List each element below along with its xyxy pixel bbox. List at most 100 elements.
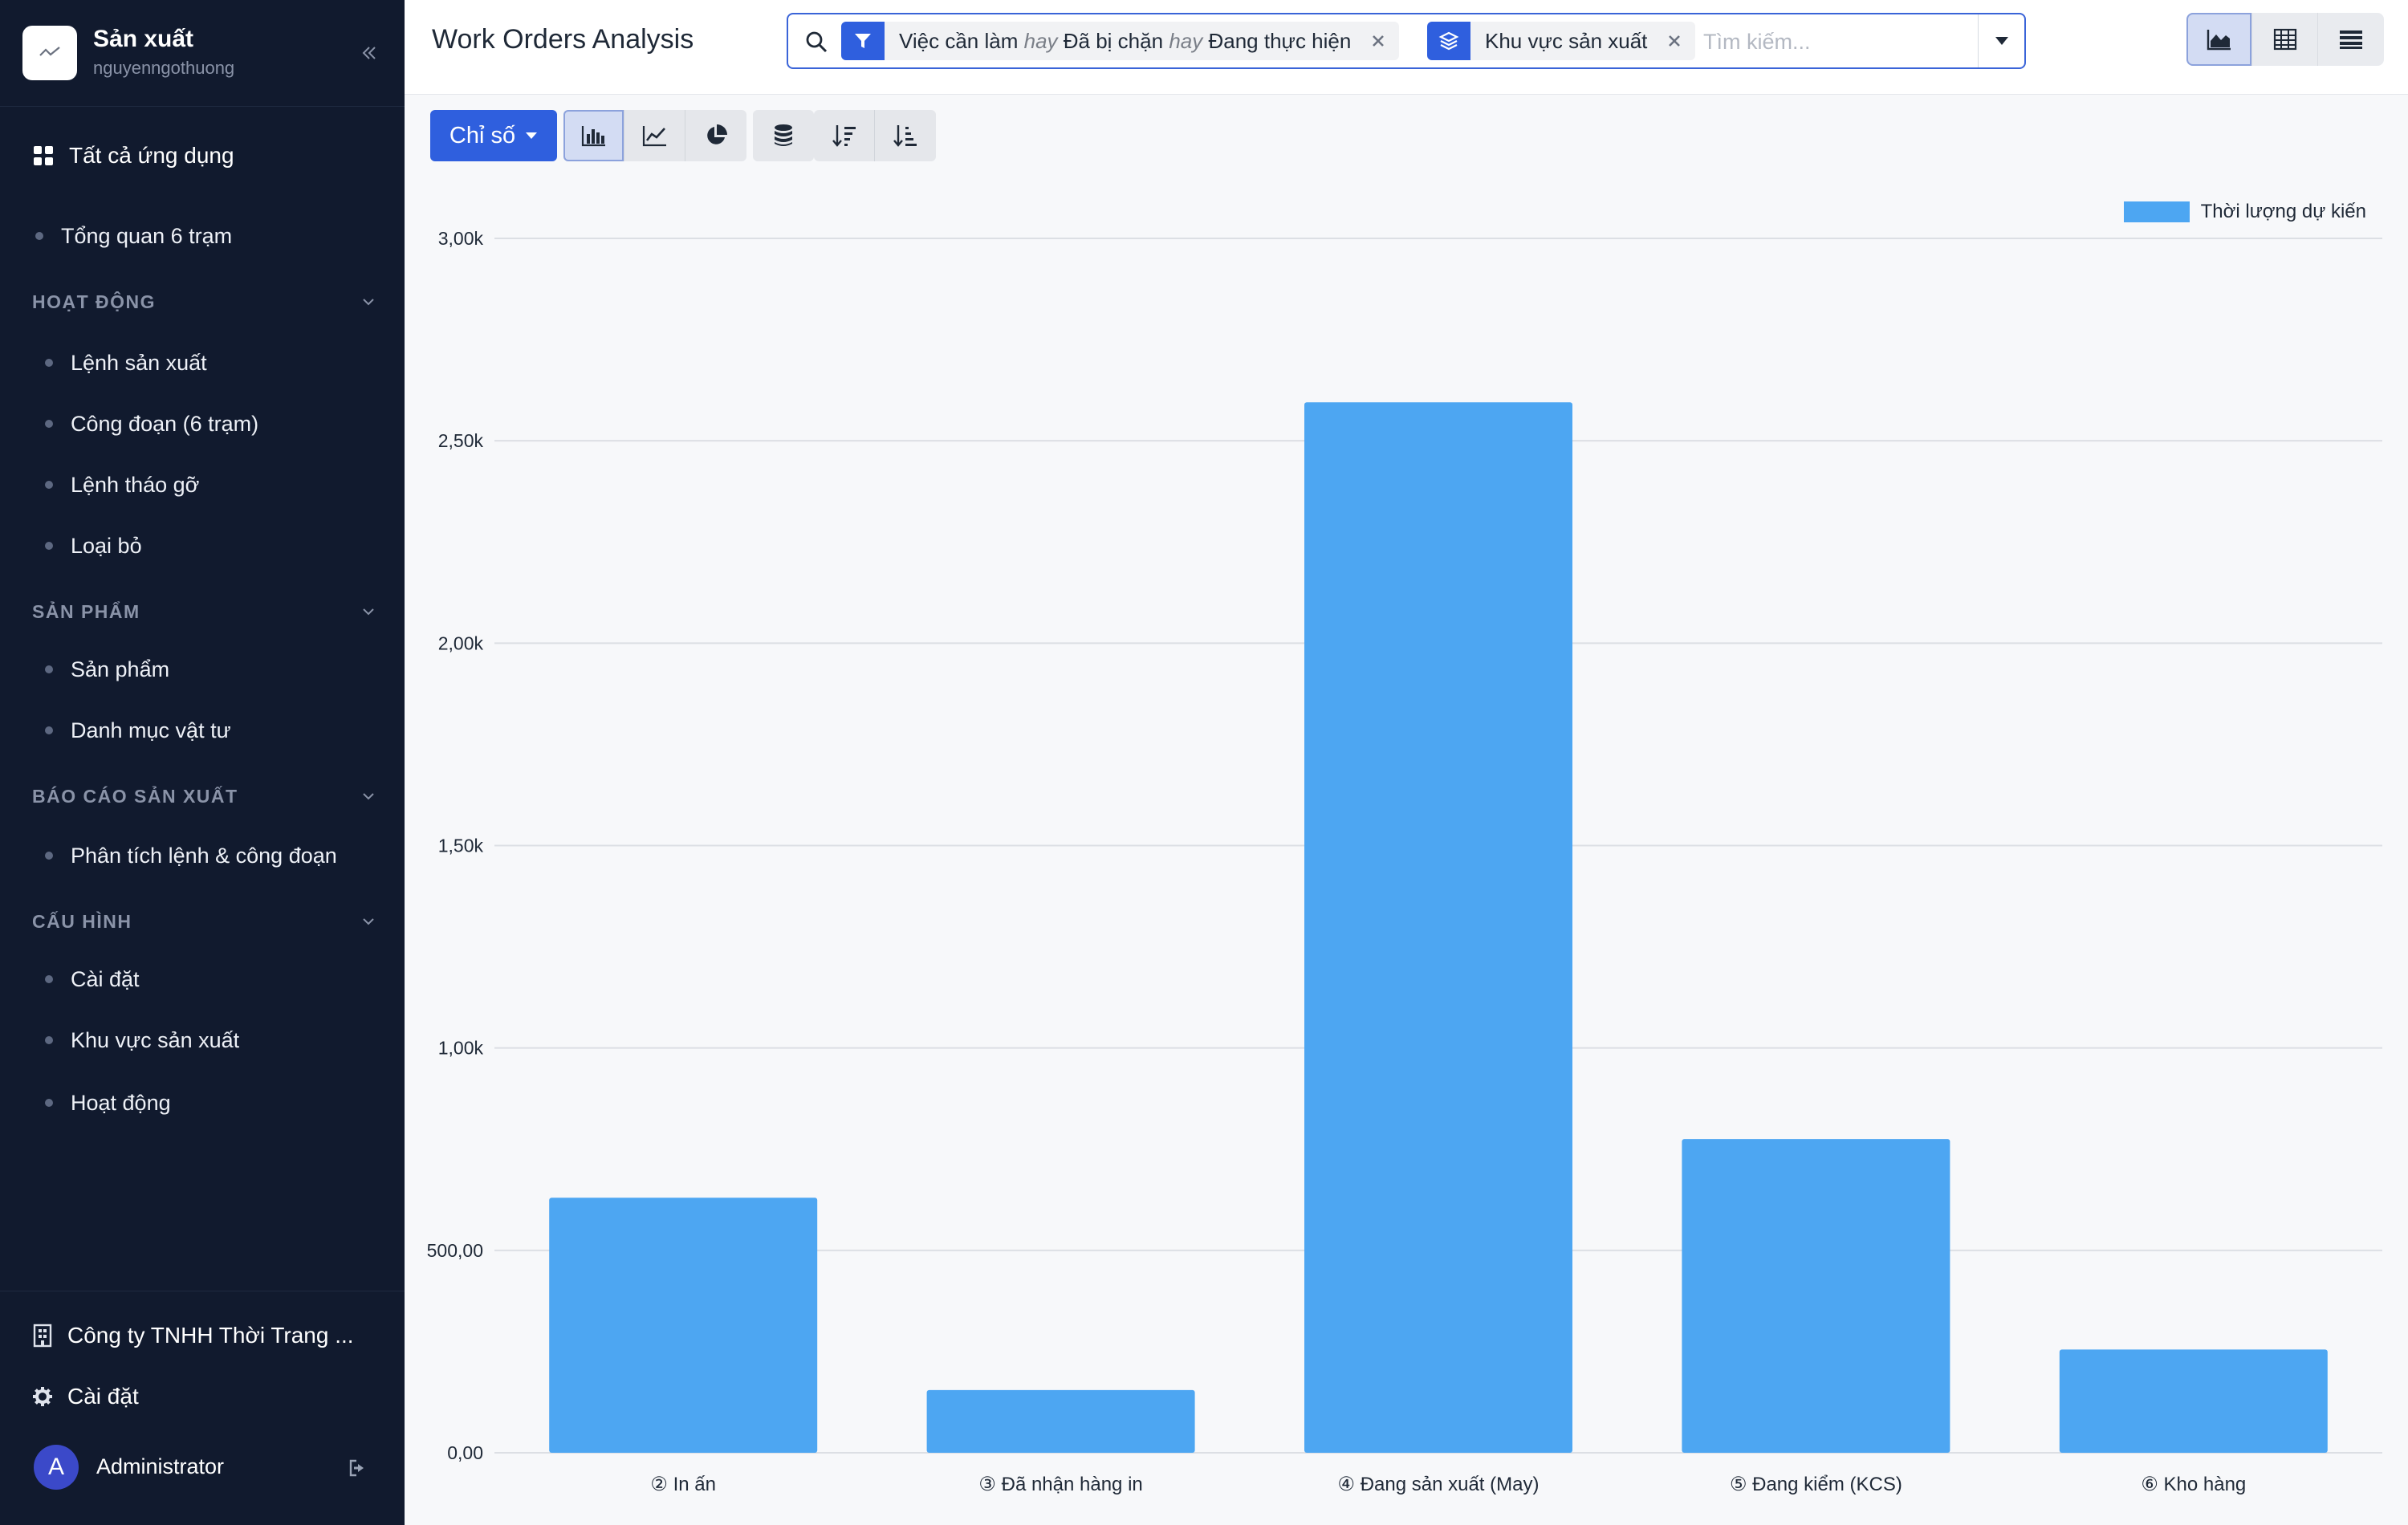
area-chart-icon <box>2207 30 2231 51</box>
page-title: Work Orders Analysis <box>432 24 694 55</box>
stacked-button[interactable] <box>753 110 814 161</box>
list-view-button[interactable] <box>2318 13 2384 66</box>
bullet <box>45 542 53 550</box>
sidebar-item-activities[interactable]: Hoạt động <box>45 1085 171 1120</box>
sidebar-item-settings[interactable]: Cài đặt <box>45 962 140 997</box>
list-icon <box>2340 31 2362 49</box>
user-menu[interactable]: A Administrator <box>34 1445 371 1493</box>
sidebar-item-work-centers[interactable]: Khu vực sản xuất <box>45 1023 239 1058</box>
company-name: Công ty TNHH Thời Trang ... <box>67 1323 354 1348</box>
graph-view: Thời lượng dự kiến 0,00 500,00 1,00k 1,50k 2… <box>405 177 2408 1525</box>
database-icon <box>775 124 792 146</box>
username: nguyenngothuong <box>93 58 235 78</box>
stacked-toggle-group <box>753 110 814 161</box>
search-icon[interactable] <box>803 28 830 55</box>
x-tick-label: ② In ấn <box>650 1474 716 1495</box>
bullet <box>35 232 43 240</box>
sidebar-item-unbuild-orders[interactable]: Lệnh tháo gỡ <box>45 467 199 502</box>
groupby-facet: Khu vực sản xuất <box>1427 22 1696 60</box>
filter-icon <box>841 22 885 60</box>
sidebar-item-overview[interactable]: Tổng quan 6 trạm <box>35 218 232 254</box>
section-activity[interactable]: HOẠT ĐỘNG <box>32 287 376 316</box>
sort-ascending-icon <box>893 125 917 147</box>
search-bar[interactable]: Việc cần làm hay Đã bị chặn hay Đang thự… <box>787 13 2026 69</box>
y-tick-label: 500,00 <box>427 1240 483 1261</box>
section-reporting[interactable]: BÁO CÁO SẢN XUẤT <box>32 782 376 811</box>
sidebar-item-work-order-analysis[interactable]: Phân tích lệnh & công đoạn <box>45 838 337 873</box>
sidebar-item-label: Danh mục vật tư <box>71 718 231 742</box>
sidebar-item-work-orders[interactable]: Lệnh sản xuất <box>45 345 207 380</box>
collapse-sidebar-icon[interactable] <box>356 40 382 66</box>
bar-chart: 0,00 500,00 1,00k 1,50k 2,00k 2,50k 3,00k ② In … <box>427 228 2382 1495</box>
filter-facet-label: Việc cần làm hay Đã bị chặn hay Đang thự… <box>899 28 1352 53</box>
sort-ascending-button[interactable] <box>875 110 936 161</box>
sidebar-item-bom[interactable]: Danh mục vật tư <box>45 713 231 748</box>
bullet <box>45 481 53 489</box>
building-icon <box>33 1324 52 1348</box>
remove-filter-icon[interactable] <box>1362 25 1394 57</box>
sort-descending-button[interactable] <box>814 110 875 161</box>
pivot-view-button[interactable] <box>2252 13 2318 66</box>
user-name: Administrator <box>96 1454 225 1478</box>
measures-button[interactable]: Chỉ số <box>430 110 557 161</box>
sidebar-item-label: Lệnh sản xuất <box>71 350 207 375</box>
all-apps-link[interactable]: Tất cả ứng dụng <box>32 138 234 173</box>
sidebar-item-label: Lệnh tháo gỡ <box>71 472 200 497</box>
grid-icon <box>34 146 53 165</box>
chart-bar[interactable] <box>1304 402 1572 1453</box>
chart-bar[interactable] <box>1682 1139 1950 1453</box>
sort-descending-icon <box>832 125 856 147</box>
section-title: HOẠT ĐỘNG <box>32 291 157 312</box>
sidebar-item-label: Loại bỏ <box>71 533 142 558</box>
line-chart-button[interactable] <box>624 110 685 161</box>
chart-bar[interactable] <box>926 1389 1195 1453</box>
y-tick-label: 1,00k <box>438 1038 484 1059</box>
chart-bar[interactable] <box>549 1198 818 1453</box>
all-apps-label: Tất cả ứng dụng <box>69 143 234 168</box>
section-configuration[interactable]: CẤU HÌNH <box>32 907 376 936</box>
bullet <box>45 1099 53 1107</box>
bullet <box>45 726 53 734</box>
settings-link[interactable]: Cài đặt <box>32 1379 139 1414</box>
app-logo-icon[interactable] <box>22 26 77 80</box>
y-tick-label: 3,00k <box>438 228 484 249</box>
settings-label: Cài đặt <box>67 1384 139 1409</box>
bullet <box>45 975 53 983</box>
gear-icon <box>33 1387 52 1406</box>
layers-icon <box>1427 22 1470 60</box>
chart-bar[interactable] <box>2059 1349 2328 1453</box>
x-tick-label: ⑤ Đang kiểm (KCS) <box>1730 1474 1902 1495</box>
y-tick-label: 1,50k <box>438 836 484 856</box>
search-input[interactable] <box>1703 26 1960 58</box>
chart-legend[interactable]: Thời lượng dự kiến <box>2123 201 2366 223</box>
measures-label: Chỉ số <box>449 122 516 148</box>
bullet <box>45 852 53 860</box>
pie-chart-button[interactable] <box>685 110 746 161</box>
sidebar-item-label: Sản phẩm <box>71 657 170 681</box>
sidebar-item-scrap[interactable]: Loại bỏ <box>45 528 142 563</box>
bullet <box>45 359 53 367</box>
sidebar-item-products[interactable]: Sản phẩm <box>45 652 169 687</box>
sidebar-item-operations[interactable]: Công đoạn (6 trạm) <box>45 406 258 441</box>
section-products[interactable]: SẢN PHẨM <box>32 597 376 626</box>
remove-groupby-icon[interactable] <box>1658 25 1690 57</box>
section-title: SẢN PHẨM <box>32 600 140 622</box>
chevron-down-icon <box>363 299 374 306</box>
graph-view-button[interactable] <box>2186 13 2252 66</box>
caret-down-icon <box>1995 37 2008 45</box>
sidebar-item-label: Khu vực sản xuất <box>71 1027 240 1052</box>
search-options-toggle[interactable] <box>1978 14 2024 67</box>
bar-chart-button[interactable] <box>563 110 624 161</box>
bullet <box>45 665 53 673</box>
logout-icon[interactable] <box>347 1456 371 1480</box>
bar-chart-icon <box>581 126 605 147</box>
sidebar-item-label: Tổng quan 6 trạm <box>61 223 233 248</box>
section-title: BÁO CÁO SẢN XUẤT <box>32 785 238 807</box>
company-switcher[interactable]: Công ty TNHH Thời Trang ... <box>32 1318 354 1353</box>
line-chart-icon <box>642 126 666 147</box>
legend-label: Thời lượng dự kiến <box>2200 201 2366 222</box>
x-tick-label: ④ Đang sản xuất (May) <box>1338 1474 1540 1495</box>
sidebar-item-label: Công đoạn (6 trạm) <box>71 411 259 436</box>
pie-chart-icon <box>707 124 727 144</box>
chevron-down-icon <box>363 608 374 616</box>
